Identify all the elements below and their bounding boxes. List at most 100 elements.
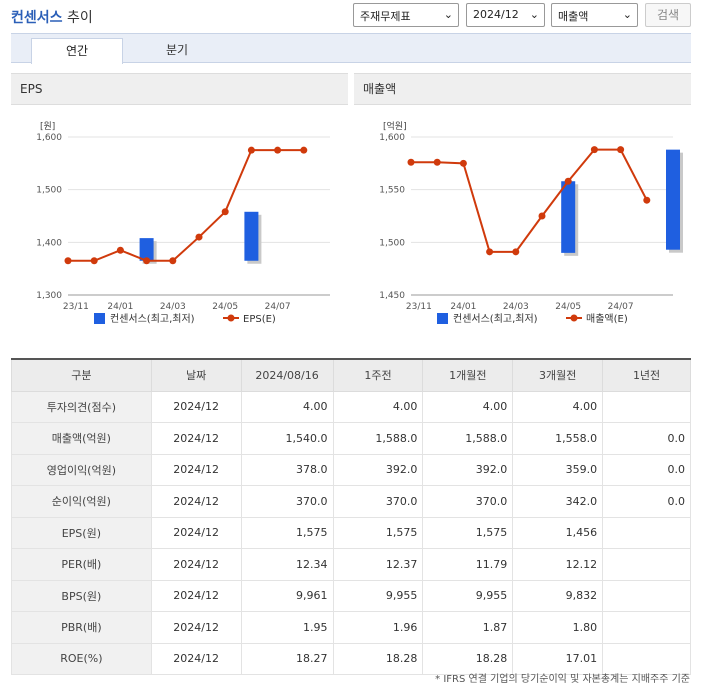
page-title-suffix: 추이: [62, 10, 93, 26]
legend-range-label: 컨센서스(최고,최저): [110, 313, 195, 325]
sales-chart-title: 매출액: [354, 73, 691, 105]
data-point: [64, 257, 72, 265]
eps-chart: [원]1,600 1,500 1,400 1,30023/11 24/01 24/03 24…: [36, 121, 330, 325]
column-header: 3개월전: [512, 358, 604, 392]
data-point: [538, 212, 546, 220]
table-cell: 1,575: [240, 516, 334, 549]
table-cell: 9,832: [512, 579, 604, 612]
row-label: BPS(원): [11, 579, 152, 612]
row-label: 투자의견(점수): [11, 390, 152, 423]
table-cell: 9,955: [422, 579, 514, 612]
table-cell: 11.79: [422, 548, 514, 581]
range-bar: [666, 149, 680, 250]
row-label: 매출액(억원): [11, 422, 152, 455]
y-unit-label: [원]: [40, 121, 55, 132]
table-cell: 1.95: [240, 611, 334, 644]
table-cell: 0.0: [602, 422, 691, 455]
table-cell: 2024/12: [150, 453, 242, 486]
x-tick-label: 24/03: [160, 302, 186, 312]
table-cell: 1.80: [512, 611, 604, 644]
tab-annual[interactable]: 연간: [31, 38, 123, 64]
table-cell: 2024/12: [150, 422, 242, 455]
table-cell: [602, 390, 691, 423]
table-cell: 2024/12: [150, 485, 242, 518]
row-label: 순이익(억원): [11, 485, 152, 518]
row-label: EPS(원): [11, 516, 152, 549]
table-row: 매출액(억원) 2024/12 1,540.0 1,588.0 1,588.0 1,558…: [11, 422, 691, 455]
range-bar: [561, 181, 576, 253]
basis-select[interactable]: 주재무제표 ⌄: [353, 3, 459, 27]
table-row: 투자의견(점수) 2024/12 4.00 4.00 4.00 4.00: [11, 390, 691, 423]
table-cell: [602, 611, 691, 644]
x-tick-label: 24/03: [503, 302, 529, 312]
period-select[interactable]: 2024/12 ⌄: [466, 3, 545, 27]
table-cell: 1,558.0: [512, 422, 604, 455]
data-point: [143, 257, 151, 265]
metric-select[interactable]: 매출액 ⌄: [551, 3, 638, 27]
table-cell: 12.37: [332, 548, 424, 581]
table-cell: 1,575: [422, 516, 514, 549]
table-cell: 342.0: [512, 485, 604, 518]
table-cell: 2024/12: [150, 548, 242, 581]
table-cell: 378.0: [240, 453, 334, 486]
table-cell: 370.0: [332, 485, 424, 518]
page-title-brand: 컨센서스: [11, 10, 63, 26]
chevron-down-icon: ⌄: [529, 8, 539, 21]
table-cell: 2024/12: [150, 579, 242, 612]
legend-line-label: EPS(E): [243, 314, 276, 325]
x-tick-label: 24/01: [450, 302, 476, 312]
table-cell: 4.00: [332, 390, 424, 423]
table-row: EPS(원) 2024/12 1,575 1,575 1,575 1,456: [11, 516, 691, 549]
table-row: PER(배) 2024/12 12.34 12.37 11.79 12.12: [11, 548, 691, 581]
x-tick-label: 24/05: [212, 302, 238, 312]
data-point: [247, 146, 255, 154]
table-cell: 0.0: [602, 485, 691, 518]
table-header-row: 구분 날짜 2024/08/16 1주전 1개월전 3개월전 1년전: [11, 358, 691, 392]
table-cell: 4.00: [240, 390, 334, 423]
data-point: [116, 246, 124, 254]
period-tabbar: 연간 분기: [11, 33, 691, 64]
search-button[interactable]: 검색: [645, 3, 691, 27]
table-cell: 9,955: [332, 579, 424, 612]
tab-quarterly[interactable]: 분기: [131, 38, 223, 64]
table-cell: 1,588.0: [332, 422, 424, 455]
table-cell: 392.0: [422, 453, 514, 486]
table-cell: 0.0: [602, 453, 691, 486]
data-point: [169, 257, 177, 265]
data-point: [274, 146, 282, 154]
table-cell: 9,961: [240, 579, 334, 612]
table-cell: 359.0: [512, 453, 604, 486]
y-tick-label: 1,500: [36, 186, 62, 196]
x-tick-label: 23/11: [406, 302, 432, 312]
data-point: [590, 146, 598, 154]
table-cell: 1,588.0: [422, 422, 514, 455]
table-cell: 370.0: [240, 485, 334, 518]
y-tick-label: 1,300: [36, 291, 62, 301]
data-point: [643, 196, 651, 204]
series-line: [68, 149, 304, 262]
table-cell: 1,540.0: [240, 422, 334, 455]
legend-range-label: 컨센서스(최고,최저): [453, 313, 538, 325]
x-tick-label: 24/01: [107, 302, 133, 312]
y-unit-label: [억원]: [383, 120, 407, 132]
legend-line-label: 매출액(E): [586, 313, 628, 325]
title-row: 컨센서스 추이 주재무제표 ⌄ 2024/12 ⌄ 매출액 ⌄ 검색: [0, 0, 701, 32]
consensus-table: 구분 날짜 2024/08/16 1주전 1개월전 3개월전 1년전 투자의견(점수) 202…: [11, 358, 691, 675]
page-title: 컨센서스 추이: [11, 7, 93, 27]
data-point: [564, 177, 572, 185]
table-cell: 2024/12: [150, 611, 242, 644]
column-header: 1개월전: [422, 358, 514, 392]
table-cell: [602, 516, 691, 549]
table-cell: 370.0: [422, 485, 514, 518]
data-point: [433, 158, 441, 166]
row-label: PBR(배): [11, 611, 152, 644]
table-row: 영업이익(억원) 2024/12 378.0 392.0 392.0 359.0 0.0: [11, 453, 691, 486]
column-header: 2024/08/16: [240, 358, 334, 392]
footnote: * IFRS 연결 기업의 당기순이익 및 자본총계는 지배주주 기준: [435, 674, 690, 685]
column-header: 날짜: [150, 358, 242, 392]
y-tick-label: 1,500: [379, 238, 405, 248]
data-point: [300, 146, 308, 154]
data-point: [486, 248, 494, 256]
table-cell: 4.00: [422, 390, 514, 423]
row-label: 영업이익(억원): [11, 453, 152, 486]
